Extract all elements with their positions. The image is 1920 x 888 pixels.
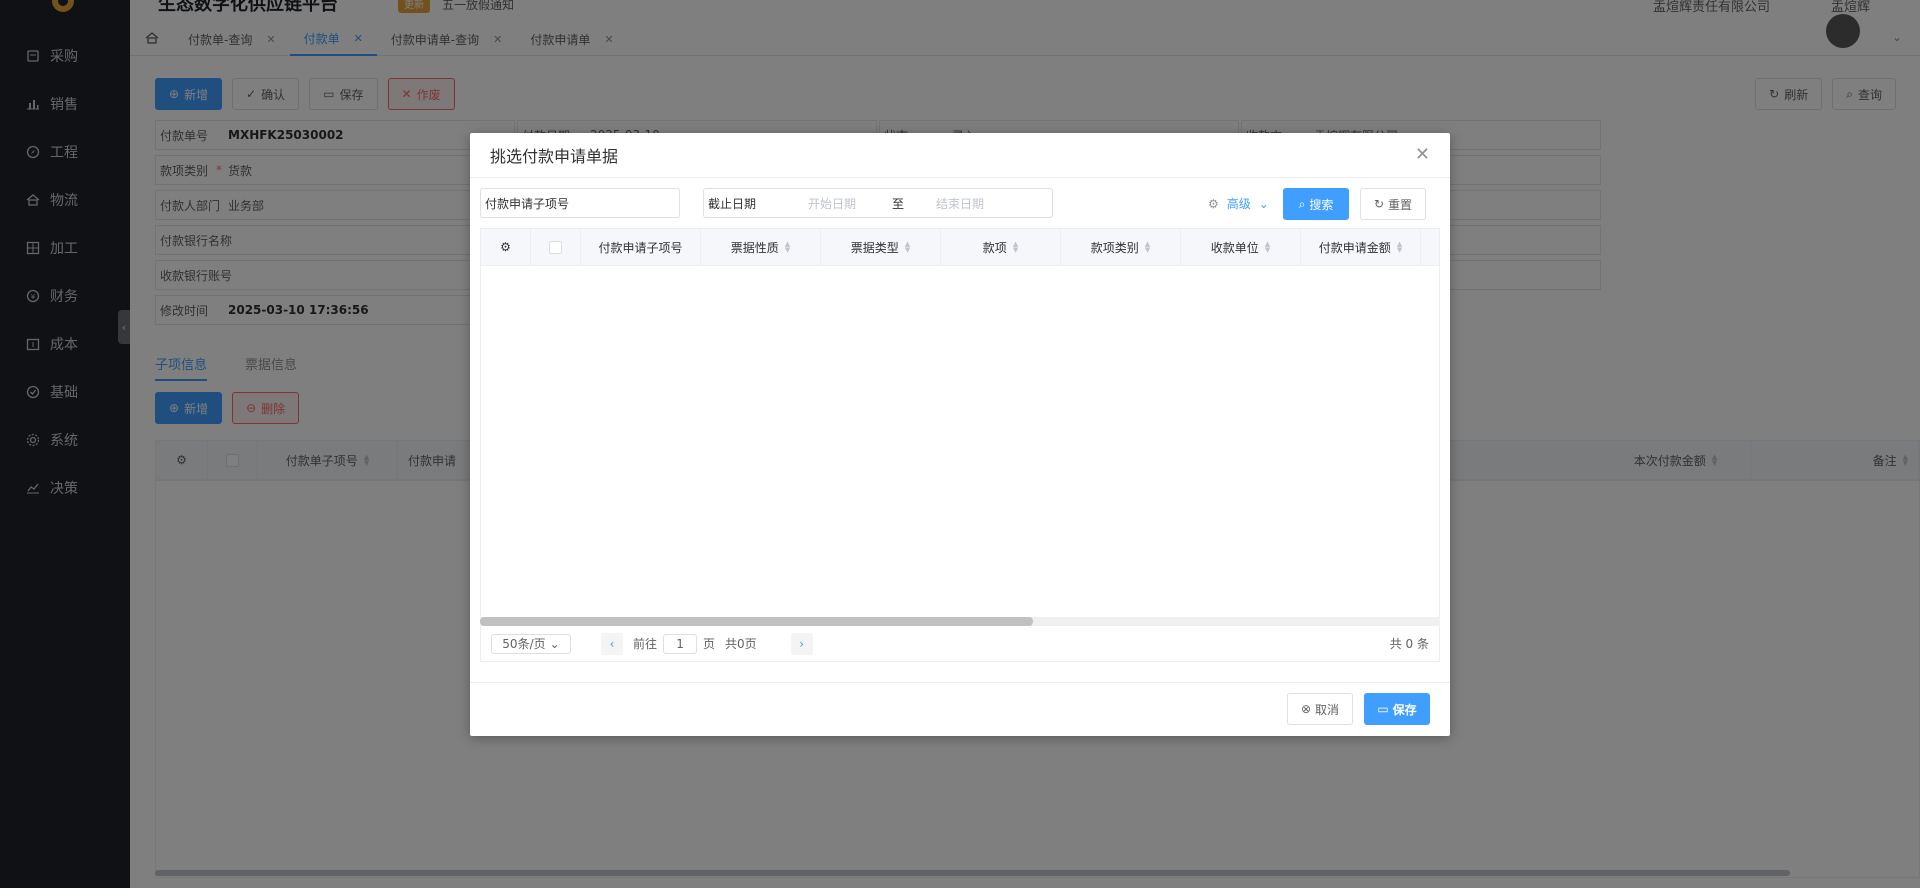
sort-icon[interactable]: ▲▼ (785, 241, 790, 254)
checkbox[interactable] (549, 240, 562, 254)
sort-icon[interactable]: ▲▼ (905, 241, 910, 254)
select-payment-request-dialog: 挑选付款申请单据 ✕ 付款申请子项号 截止日期 开始日期 至 结束日期 ⚙ 高级… (470, 133, 1450, 736)
column-header[interactable]: 付款申请子项号 (581, 229, 701, 265)
chevron-right-icon: › (799, 636, 805, 651)
column-label: 款项 (982, 240, 1007, 255)
page-size-select[interactable]: 50条/页 ⌄ (491, 633, 571, 654)
close-icon[interactable]: ✕ (1415, 146, 1430, 164)
column-label: 付款申请子项号 (598, 240, 683, 255)
save-label: 保存 (1392, 702, 1417, 717)
prev-page-button[interactable]: ‹ (601, 632, 623, 655)
total-pages-label: 共0页 (725, 637, 757, 651)
reset-button[interactable]: ↻ 重置 (1360, 188, 1426, 220)
advanced-label: 高级 (1226, 197, 1251, 211)
table-header: ⚙ 付款申请子项号 票据性质 ▲ ▼ 票据类型 ▲ ▼ 款项 ▲ ▼ 款项类别 ▲ ▼ 收款单位… (481, 229, 1439, 266)
sort-icon[interactable]: ▲▼ (1397, 241, 1402, 254)
gear-icon[interactable]: ⚙ (481, 229, 531, 265)
table-horizontal-scrollbar[interactable] (480, 617, 1440, 626)
column-label: 票据性质 (730, 240, 779, 255)
search-icon: ⌕ (1298, 196, 1306, 211)
date-label: 截止日期 (708, 196, 757, 211)
column-label: 付款申请金额 (1318, 240, 1391, 255)
column-header[interactable]: 收款单位 ▲ ▼ (1181, 229, 1301, 265)
chevron-down-icon: ⌄ (549, 636, 560, 651)
item-no-input[interactable]: 付款申请子项号 (480, 188, 680, 218)
end-date-input[interactable]: 结束日期 (936, 195, 1020, 212)
gear-icon[interactable]: ⚙ (1208, 197, 1219, 211)
date-separator: 至 (892, 196, 905, 211)
dialog-title: 挑选付款申请单据 (470, 133, 1450, 178)
sort-icon[interactable]: ▲▼ (1145, 241, 1150, 254)
column-label: 款项类别 (1090, 240, 1139, 255)
total-count-label: 共 0 条 (1389, 637, 1429, 651)
goto-label: 前往 (633, 637, 658, 651)
chevron-left-icon: ‹ (609, 636, 615, 651)
column-label: 收款单位 (1210, 240, 1259, 255)
reset-label: 重置 (1388, 197, 1413, 212)
close-circle-icon: ⊗ (1300, 702, 1312, 716)
chevron-down-icon: ⌄ (1258, 196, 1269, 211)
column-header[interactable]: 款项类别 ▲ ▼ (1061, 229, 1181, 265)
deadline-date-range[interactable]: 截止日期 开始日期 至 结束日期 (703, 188, 1053, 218)
select-all-checkbox[interactable] (531, 229, 581, 265)
page-size-label: 50条/页 (502, 637, 546, 651)
start-date-input[interactable]: 开始日期 (808, 195, 892, 212)
search-label: 搜索 (1309, 197, 1334, 212)
column-header[interactable]: 票据性质 ▲ ▼ (701, 229, 821, 265)
folder-icon: ▭ (1377, 702, 1389, 716)
save-button[interactable]: ▭保存 (1364, 693, 1430, 725)
payment-request-table: ⚙ 付款申请子项号 票据性质 ▲ ▼ 票据类型 ▲ ▼ 款项 ▲ ▼ 款项类别 ▲ ▼ 收款单位… (480, 228, 1440, 626)
dialog-footer: ⊗ 取消 ▭ 保存 (470, 682, 1450, 736)
next-page-button[interactable]: › (790, 632, 813, 655)
advanced-toggle[interactable]: ⚙ 高级 ⌄ (1208, 195, 1269, 212)
cancel-button[interactable]: ⊗ 取消 (1287, 693, 1353, 725)
column-header[interactable]: 票据类型 ▲ ▼ (821, 229, 941, 265)
page-number-input[interactable]: 1 (663, 633, 698, 654)
cancel-label: 取消 (1315, 702, 1340, 717)
filter-row: 付款申请子项号 截止日期 开始日期 至 结束日期 ⚙ 高级 ⌄ ⌕ 搜索 ↻ 重置 (480, 188, 1440, 220)
column-header[interactable]: 付款申请金额 ▲ ▼ (1301, 229, 1421, 265)
sort-icon[interactable]: ▲▼ (1265, 241, 1270, 254)
page-unit-label: 页 (703, 637, 716, 651)
scrollbar-thumb[interactable] (480, 617, 1033, 626)
refresh-icon: ↻ (1373, 197, 1385, 211)
pagination: 50条/页 ⌄ ‹ 前往 1 页 共0页 › 共 0 条 (480, 626, 1440, 662)
column-label: 票据类型 (850, 240, 899, 255)
sort-icon[interactable]: ▲▼ (1013, 241, 1018, 254)
column-header[interactable]: 款项 ▲ ▼ (941, 229, 1061, 265)
search-button[interactable]: ⌕ 搜索 (1283, 188, 1349, 220)
